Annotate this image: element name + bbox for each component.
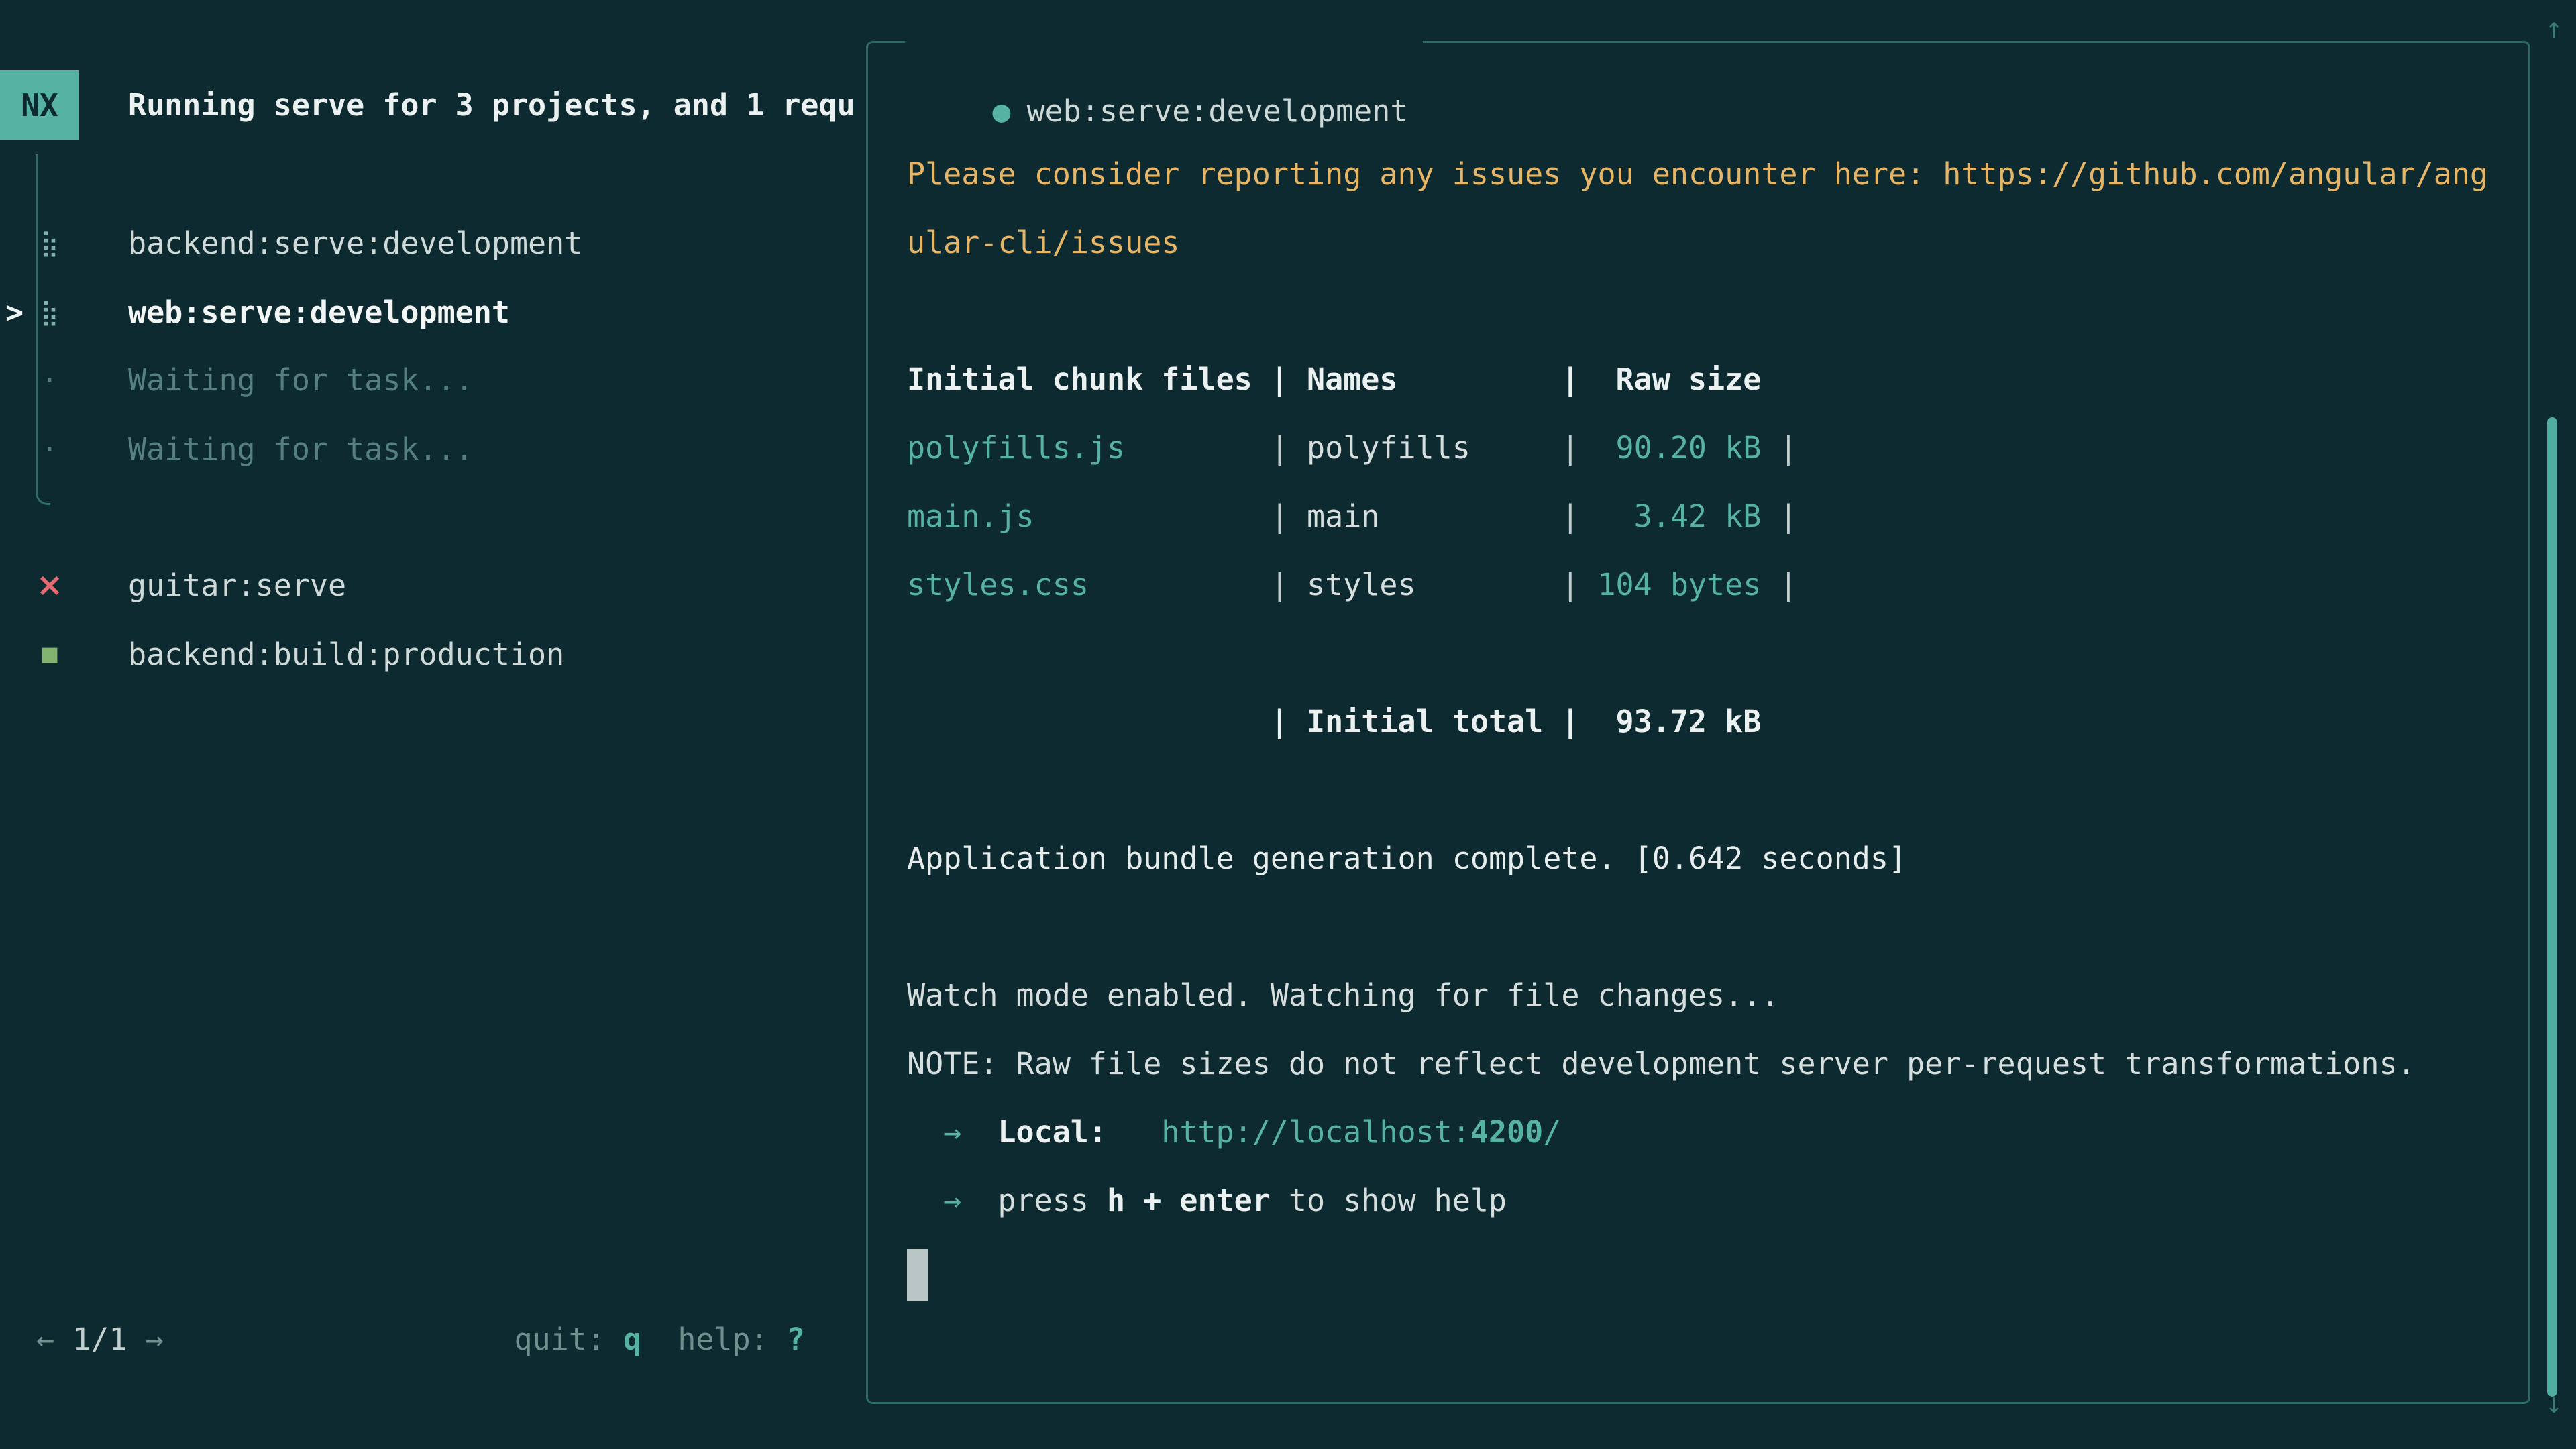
success-square-icon: ■ (32, 643, 67, 666)
blank-line (907, 277, 2528, 345)
table-header-row: Initial chunk files|Names|Raw size (907, 345, 2528, 414)
sidebar: NX Running serve for 3 projects, and 1 r… (0, 0, 866, 1449)
nx-logo: NX (0, 70, 79, 140)
table-pipe: | (1252, 414, 1307, 482)
header-files: Initial chunk files (907, 345, 1252, 414)
quit-hint-label: quit: (515, 1322, 624, 1357)
chunk-name: main (1307, 482, 1543, 551)
spinner-icon: ⣷ (32, 297, 67, 327)
chunk-size: 3.42 kB (1597, 482, 1761, 551)
press-keys: h + enter (1107, 1183, 1271, 1218)
help-hint-line: → press h + enter to show help (907, 1167, 2528, 1235)
scroll-up-icon[interactable]: ↑ (2537, 8, 2571, 48)
table-pipe: | (1761, 414, 1797, 482)
header-names: Names (1307, 345, 1543, 414)
blank-line (907, 756, 2528, 824)
task-label: guitar:serve (128, 568, 346, 603)
press-suffix: to show help (1271, 1183, 1507, 1218)
terminal-panel[interactable]: ● web:serve:development Please consider r… (866, 41, 2530, 1404)
help-hint-label: help: (678, 1322, 787, 1357)
table-pipe: | (1761, 482, 1797, 551)
table-pipe: | (1252, 688, 1307, 756)
local-server-line: → Local: http://localhost:4200/ (907, 1098, 2528, 1167)
task-label: Waiting for task... (128, 431, 474, 467)
chunk-file: main.js (907, 482, 1252, 551)
chunk-name: polyfills (1307, 414, 1543, 482)
blank-line (907, 619, 2528, 688)
page-prev-icon[interactable]: ← (36, 1322, 54, 1357)
keyboard-hints: quit: q help: ? (515, 1322, 806, 1357)
quit-key: q (623, 1322, 641, 1357)
task-label: backend:build:production (128, 637, 564, 672)
total-label: Initial total (1307, 688, 1543, 756)
waiting-dot-icon: · (32, 431, 67, 467)
arrow-icon: → (943, 1098, 961, 1167)
task-row-backend-serve[interactable]: ⣷ backend:serve:development (0, 209, 859, 277)
table-row: main.js|main|3.42 kB| (907, 482, 2528, 551)
url-prefix: http://localhost: (1161, 1114, 1470, 1150)
task-row-web-serve[interactable]: > ⣷ web:serve:development (0, 278, 859, 346)
page-next-icon[interactable]: → (146, 1322, 164, 1357)
chunk-size: 90.20 kB (1597, 414, 1761, 482)
task-row-waiting-2[interactable]: · Waiting for task... (0, 415, 859, 483)
warning-message: Please consider reporting any issues you… (907, 140, 2491, 277)
watch-mode-message: Watch mode enabled. Watching for file ch… (907, 961, 2528, 1030)
failed-cross-icon: × (32, 566, 67, 604)
total-size: 93.72 kB (1597, 688, 1761, 756)
task-label: web:serve:development (128, 294, 510, 330)
table-pipe: | (1543, 414, 1597, 482)
chunk-name: styles (1307, 551, 1543, 619)
table-pipe: | (1761, 551, 1797, 619)
arrow-icon: → (943, 1167, 961, 1235)
scrollbar-thumb[interactable] (2547, 417, 2557, 1397)
task-label: backend:serve:development (128, 225, 582, 261)
table-pipe: | (1543, 482, 1597, 551)
task-row-waiting-1[interactable]: · Waiting for task... (0, 345, 859, 414)
task-label: Waiting for task... (128, 362, 474, 398)
chunk-file: styles.css (907, 551, 1252, 619)
table-row: polyfills.js|polyfills|90.20 kB| (907, 414, 2528, 482)
chunk-file: polyfills.js (907, 414, 1252, 482)
sidebar-title: Running serve for 3 projects, and 1 requ (128, 70, 863, 140)
table-total-row: |Initial total|93.72 kB (907, 688, 2528, 756)
table-pipe: | (1252, 345, 1307, 414)
hint-gap (641, 1322, 678, 1357)
task-row-backend-build[interactable]: ■ backend:build:production (0, 620, 859, 688)
selected-caret-icon: > (5, 294, 32, 330)
local-url-link[interactable]: http://localhost:4200/ (1161, 1114, 1561, 1150)
task-row-guitar-serve[interactable]: × guitar:serve (0, 551, 859, 619)
url-port: 4200 (1470, 1114, 1543, 1150)
sidebar-bottom-bar: ← 1/1 → quit: q help: ? (36, 1305, 805, 1373)
terminal-title: ●web:serve:development (905, 9, 1423, 77)
pagination: ← 1/1 → (36, 1322, 164, 1357)
local-label: Local: (998, 1114, 1107, 1150)
terminal-output: Please consider reporting any issues you… (868, 43, 2528, 1303)
terminal-cursor (907, 1249, 928, 1301)
scroll-down-icon[interactable]: ↓ (2537, 1383, 2571, 1424)
chunk-size: 104 bytes (1597, 551, 1761, 619)
page-indicator: 1/1 (72, 1322, 127, 1357)
table-pipe: | (1252, 482, 1307, 551)
bundle-complete-message: Application bundle generation complete. … (907, 824, 2528, 893)
terminal-title-text: web:serve:development (1026, 93, 1408, 129)
spinner-icon: ⣷ (32, 228, 67, 258)
waiting-dot-icon: · (32, 362, 67, 398)
table-pipe: | (1543, 551, 1597, 619)
table-pipe: | (1543, 345, 1597, 414)
cursor-line (907, 1235, 2528, 1303)
blank-line (907, 893, 2528, 961)
header-raw-size: Raw size (1597, 345, 1761, 414)
note-message: NOTE: Raw file sizes do not reflect deve… (907, 1030, 2528, 1098)
running-bullet-icon: ● (992, 93, 1010, 129)
table-row: styles.css|styles|104 bytes| (907, 551, 2528, 619)
table-pipe: | (1543, 688, 1597, 756)
press-text: press (998, 1183, 1107, 1218)
help-key: ? (787, 1322, 805, 1357)
table-pipe: | (1252, 551, 1307, 619)
url-suffix: / (1543, 1114, 1561, 1150)
